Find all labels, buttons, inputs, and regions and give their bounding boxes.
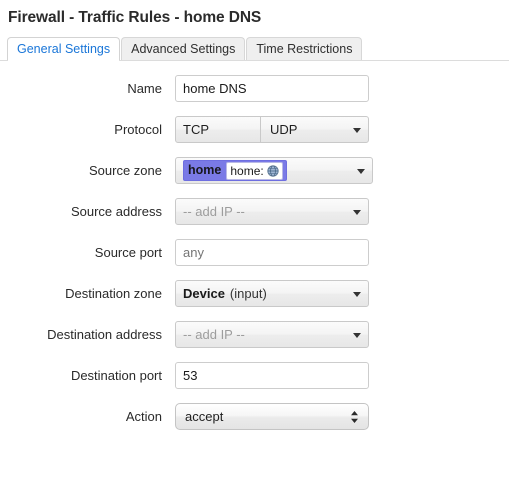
tab-time-restrictions-label: Time Restrictions [256, 42, 353, 56]
name-input[interactable] [175, 75, 369, 102]
tab-advanced-settings-label: Advanced Settings [131, 42, 236, 56]
general-settings-form: Name Protocol TCP UDP Source zone home h… [0, 61, 509, 430]
chevron-down-icon [353, 332, 361, 338]
form-row-destination-address: Destination address -- add IP -- [0, 321, 509, 348]
destination-address-value: -- add IP -- [183, 327, 245, 342]
globe-icon [267, 164, 279, 177]
form-row-source-port: Source port [0, 239, 509, 266]
action-label: Action [125, 409, 162, 424]
source-zone-label: Source zone [89, 163, 162, 178]
destination-port-label: Destination port [70, 368, 162, 383]
destination-zone-value-qualifier: (input) [229, 286, 267, 301]
chevron-down-icon [353, 209, 361, 215]
form-row-destination-port: Destination port [0, 362, 509, 389]
form-row-action: Action accept [0, 403, 509, 430]
page-title: Firewall - Traffic Rules - home DNS [8, 9, 262, 26]
protocol-value-tcp: TCP [183, 122, 209, 137]
chevron-down-icon [353, 291, 361, 297]
source-port-input[interactable] [175, 239, 369, 266]
source-address-dropdown[interactable]: -- add IP -- [175, 198, 369, 225]
source-zone-token[interactable]: home home: [183, 160, 287, 181]
destination-address-dropdown[interactable]: -- add IP -- [175, 321, 369, 348]
tab-general-settings[interactable]: General Settings [7, 37, 121, 61]
form-row-source-zone: Source zone home home: [0, 157, 509, 184]
name-label: Name [127, 81, 162, 96]
source-zone-dropdown[interactable]: home home: [175, 157, 373, 184]
action-value: accept [185, 409, 224, 424]
tab-bar: General Settings Advanced Settings Time … [0, 37, 509, 61]
chevron-down-icon [353, 127, 361, 133]
tab-time-restrictions[interactable]: Time Restrictions [246, 37, 363, 60]
form-row-source-address: Source address -- add IP -- [0, 198, 509, 225]
action-select[interactable]: accept [175, 403, 369, 430]
protocol-label: Protocol [114, 122, 162, 137]
destination-zone-label: Destination zone [65, 286, 162, 301]
protocol-value-udp: UDP [270, 122, 298, 137]
tab-general-settings-label: General Settings [17, 42, 111, 56]
chevron-down-icon [357, 168, 365, 174]
destination-zone-value: Device [183, 286, 225, 301]
source-port-label: Source port [94, 245, 162, 260]
protocol-dropdown[interactable]: TCP UDP [175, 116, 369, 143]
source-address-label: Source address [70, 204, 162, 219]
protocol-divider [260, 117, 261, 142]
source-address-value: -- add IP -- [183, 204, 245, 219]
sort-updown-icon [350, 410, 359, 424]
source-zone-token-key: home [188, 163, 222, 177]
destination-zone-dropdown[interactable]: Device (input) [175, 280, 369, 307]
form-row-protocol: Protocol TCP UDP [0, 116, 509, 143]
form-row-name: Name [0, 75, 509, 102]
source-zone-token-chip-label: home: [230, 163, 264, 178]
form-row-destination-zone: Destination zone Device (input) [0, 280, 509, 307]
destination-port-input[interactable] [175, 362, 369, 389]
destination-address-label: Destination address [47, 327, 162, 342]
tab-advanced-settings[interactable]: Advanced Settings [121, 37, 246, 60]
source-zone-token-chip: home: [226, 161, 283, 180]
